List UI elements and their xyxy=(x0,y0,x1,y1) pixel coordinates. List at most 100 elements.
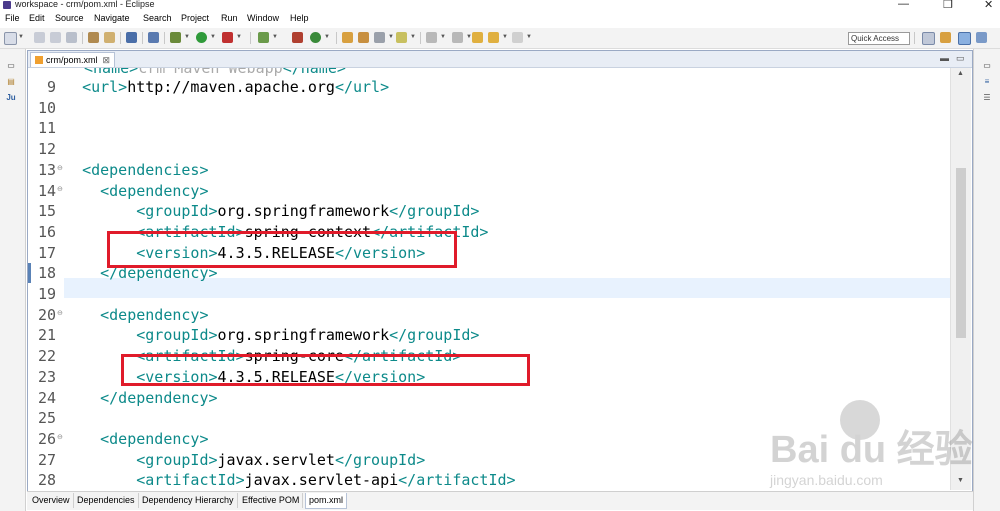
xml-tag: <dependency> xyxy=(100,181,209,200)
toolbar-separator xyxy=(120,32,121,44)
maximize-button[interactable]: ❐ xyxy=(943,0,953,11)
chevron-down-icon[interactable]: ▼ xyxy=(18,34,24,40)
menu-project[interactable]: Project xyxy=(181,13,209,23)
search-icon[interactable] xyxy=(374,32,385,43)
chevron-down-icon[interactable]: ▼ xyxy=(210,34,216,40)
menu-source[interactable]: Source xyxy=(55,13,84,23)
xml-tag: <dependency> xyxy=(100,305,209,324)
new-package-icon[interactable] xyxy=(292,32,303,43)
maximize-icon[interactable]: ▭ xyxy=(956,53,965,64)
next-annotation-icon[interactable] xyxy=(426,32,437,43)
close-tab-icon[interactable]: ⊠ xyxy=(103,55,111,65)
quick-access-input[interactable]: Quick Access xyxy=(848,32,910,45)
tab-dependencies[interactable]: Dependencies xyxy=(74,493,139,508)
fold-icon[interactable]: ⊖ xyxy=(57,433,63,441)
build-icon[interactable] xyxy=(88,32,99,43)
code-line: <dependencies> xyxy=(64,160,208,180)
menu-navigate[interactable]: Navigate xyxy=(94,13,130,23)
line-number: 23 xyxy=(37,367,56,386)
external-tools-icon[interactable] xyxy=(222,32,233,43)
chevron-down-icon[interactable]: ▼ xyxy=(324,34,330,40)
tab-dependency-hierarchy[interactable]: Dependency Hierarchy xyxy=(139,493,238,508)
current-line-marker xyxy=(28,263,31,284)
watermark-url: jingyan.baidu.com xyxy=(770,472,883,488)
menu-file[interactable]: File xyxy=(5,13,20,23)
code-line: <dependency> xyxy=(64,429,208,449)
package-explorer-icon[interactable]: ▤ xyxy=(6,77,16,87)
print-icon[interactable] xyxy=(66,32,77,43)
debug-icon[interactable] xyxy=(170,32,181,43)
xml-text: org.springframework xyxy=(217,326,390,345)
chevron-down-icon[interactable]: ▼ xyxy=(440,34,446,40)
restore-icon[interactable]: ▭ xyxy=(6,61,16,71)
xml-tag: <url> xyxy=(82,78,128,96)
menu-window[interactable]: Window xyxy=(247,13,279,23)
line-number: 14 xyxy=(37,181,56,200)
menu-help[interactable]: Help xyxy=(290,13,309,23)
line-number: 22 xyxy=(37,347,56,366)
outline-view-icon[interactable]: ≡ xyxy=(982,77,992,87)
restore-icon[interactable]: ▭ xyxy=(982,61,992,71)
highlight-box-version-2 xyxy=(121,354,530,386)
new-icon[interactable] xyxy=(4,32,17,45)
tab-effective-pom[interactable]: Effective POM xyxy=(239,493,304,508)
menu-edit[interactable]: Edit xyxy=(29,13,45,23)
new-class-icon[interactable] xyxy=(310,32,321,43)
chevron-down-icon[interactable]: ▼ xyxy=(272,34,278,40)
toolbar-separator xyxy=(82,32,83,44)
previous-annotation-icon[interactable] xyxy=(452,32,463,43)
minimize-icon[interactable]: ▬ xyxy=(940,53,949,63)
line-number: 15 xyxy=(37,202,56,221)
fold-icon[interactable]: ⊖ xyxy=(57,164,63,172)
chevron-down-icon[interactable]: ▼ xyxy=(502,34,508,40)
menu-run[interactable]: Run xyxy=(221,13,238,23)
chevron-down-icon[interactable]: ▼ xyxy=(184,34,190,40)
scroll-thumb[interactable] xyxy=(956,168,966,338)
chevron-down-icon[interactable]: ▼ xyxy=(236,34,242,40)
fold-icon[interactable]: ⊖ xyxy=(57,309,63,317)
fold-icon[interactable]: ⊖ xyxy=(57,185,63,193)
debug-perspective-icon[interactable] xyxy=(976,32,987,43)
terminal-icon[interactable] xyxy=(126,32,137,43)
scroll-up-icon[interactable]: ▲ xyxy=(957,70,964,77)
back-icon[interactable] xyxy=(488,32,499,43)
tab-pom-xml[interactable]: crm/pom.xml ⊠ xyxy=(30,52,116,67)
open-task-icon[interactable] xyxy=(358,32,369,43)
xml-text: javax.servlet-api xyxy=(244,471,399,490)
tab-overview[interactable]: Overview xyxy=(29,493,74,508)
open-perspective-icon[interactable] xyxy=(922,32,935,45)
code-line: <artifactId>javax.servlet-api</artifactI… xyxy=(64,470,515,490)
last-edit-icon[interactable] xyxy=(472,32,483,43)
tab-pom-xml-source[interactable]: pom.xml xyxy=(305,493,348,509)
chevron-down-icon[interactable]: ▼ xyxy=(526,34,532,40)
close-button[interactable]: ✕ xyxy=(984,0,993,11)
title-bar: workspace - crm/pom.xml - Eclipse — ❐ ✕ xyxy=(0,0,1000,11)
forward-icon[interactable] xyxy=(512,32,523,43)
outline-icon[interactable] xyxy=(104,32,115,43)
save-all-icon[interactable] xyxy=(50,32,61,43)
chevron-down-icon[interactable]: ▼ xyxy=(410,34,416,40)
chevron-down-icon[interactable]: ▼ xyxy=(388,34,394,40)
task-list-icon[interactable]: ☰ xyxy=(982,93,992,103)
eclipse-app-icon xyxy=(3,1,11,9)
save-icon[interactable] xyxy=(34,32,45,43)
annotation-icon[interactable] xyxy=(396,32,407,43)
minimize-button[interactable]: — xyxy=(898,0,909,10)
skip-breakpoints-icon[interactable] xyxy=(148,32,159,43)
open-type-icon[interactable] xyxy=(342,32,353,43)
line-number: 18 xyxy=(37,264,56,283)
code-line: <dependency> xyxy=(64,305,209,325)
new-java-project-icon[interactable] xyxy=(258,32,269,43)
menu-search[interactable]: Search xyxy=(143,13,172,23)
java-ee-perspective-icon[interactable] xyxy=(940,32,951,43)
junit-icon[interactable]: Ju xyxy=(6,93,16,103)
java-perspective-icon[interactable] xyxy=(958,32,971,45)
run-icon[interactable] xyxy=(196,32,207,43)
xml-file-icon xyxy=(35,56,43,64)
